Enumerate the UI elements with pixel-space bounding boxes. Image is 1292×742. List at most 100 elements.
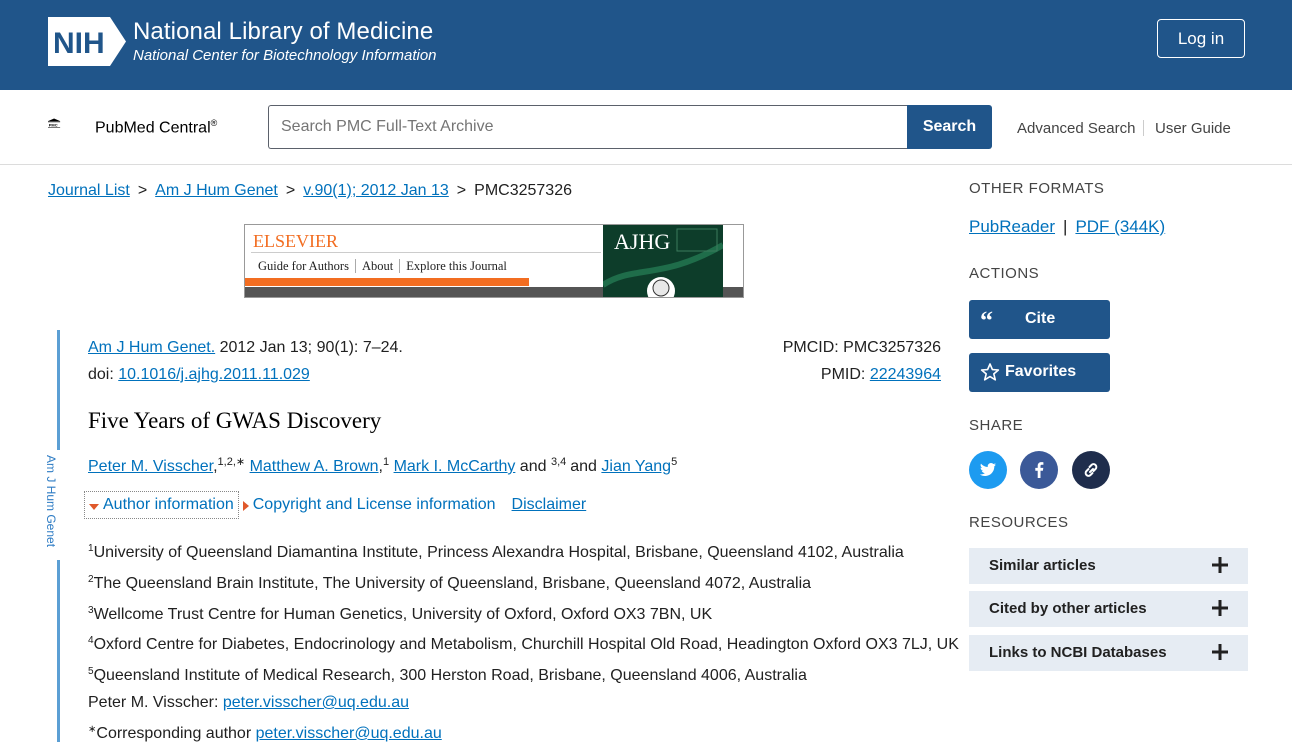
pmc-logo-name[interactable]: PubMed Central® [95,118,217,137]
chevron-down-icon [89,504,99,510]
quote-icon: “ [980,309,993,329]
article-rail [57,330,60,450]
pdf-link[interactable]: PDF (344K) [1075,217,1165,236]
twitter-share-button[interactable] [969,451,1007,489]
user-guide-link[interactable]: User Guide [1155,120,1231,137]
banner-links: Guide for Authors About Explore this Journ… [252,259,513,274]
cited-by-accordion[interactable]: Cited by other articles [969,591,1248,627]
author-link[interactable]: Matthew A. Brown [250,458,379,475]
affiliation-text: Oxford Centre for Diabetes, Endocrinolog… [93,636,959,654]
author-affil-ref[interactable]: 1,2,∗ [218,456,246,468]
ncbi-links-label: Links to NCBI Databases [989,644,1167,661]
contact-email-link[interactable]: peter.visscher@uq.edu.au [223,694,409,711]
affiliation-item: 5Queensland Institute of Medical Researc… [88,659,959,690]
banner-divider [251,252,601,253]
copyright-toggle[interactable]: Copyright and License information [241,496,496,513]
pubreader-link[interactable]: PubReader [969,217,1055,236]
plus-icon [1212,600,1228,616]
affiliation-item: 4Oxford Centre for Diabetes, Endocrinolo… [88,628,959,659]
author-link[interactable]: Peter M. Visscher [88,458,213,475]
contact-label: Peter M. Visscher: [88,693,223,711]
cite-button[interactable]: “ Cite [969,300,1110,339]
share-heading: SHARE [969,417,1024,434]
pmcid-text: PMCID: PMC3257326 [782,339,941,356]
pmid-link[interactable]: 22243964 [870,366,941,383]
journal-link[interactable]: Am J Hum Genet. [88,339,215,356]
author-separator: and [515,458,551,475]
identifier-block: PMCID: PMC3257326 PMID: 22243964 [783,334,941,388]
disclaimer-link[interactable]: Disclaimer [512,496,587,513]
breadcrumb-separator: > [456,182,467,199]
chevron-right-icon [242,501,249,511]
affiliation-text: University of Queensland Diamantina Inst… [93,544,904,561]
other-formats: PubReader | PDF (344K) [969,217,1165,237]
facebook-share-button[interactable] [1020,451,1058,489]
author-information-toggle[interactable]: Author information [84,491,239,519]
author-affil-ref[interactable]: 5 [671,456,677,468]
breadcrumb-journal-list[interactable]: Journal List [48,182,130,199]
banner-publisher: ELSEVIER [253,231,338,251]
ncbi-links-accordion[interactable]: Links to NCBI Databases [969,635,1248,671]
favorites-button[interactable]: Favorites [969,353,1110,392]
author-information-label: Author information [103,496,234,513]
author-affil-ref[interactable]: 1 [383,456,389,468]
author-link[interactable]: Mark I. McCarthy [394,458,516,475]
author-link[interactable]: Jian Yang [601,458,671,475]
nih-banner: NIH National Library of Medicine Nationa… [0,0,1292,90]
similar-articles-accordion[interactable]: Similar articles [969,548,1248,584]
advanced-search-link[interactable]: Advanced Search [1017,120,1135,137]
banner-explore-link[interactable]: Explore this Journal [400,259,513,273]
banner-guide-link[interactable]: Guide for Authors [252,259,356,273]
affiliation-text: The Queensland Brain Institute, The Univ… [93,574,812,592]
article-rail [57,560,60,742]
search-button[interactable]: Search [907,105,992,149]
plus-icon [1212,557,1228,573]
facebook-icon [1035,462,1044,478]
cited-by-label: Cited by other articles [989,600,1147,617]
journal-cover-image: AJHG [603,225,723,297]
breadcrumb-separator: > [137,182,148,199]
format-separator: | [1063,217,1068,236]
affiliation-text: Queensland Institute of Medical Research… [93,667,807,685]
svg-text:“: “ [980,309,993,329]
corresponding-email-link[interactable]: peter.visscher@uq.edu.au [256,725,442,742]
header-divider [1143,120,1144,136]
search-input[interactable] [268,105,908,149]
affiliation-item: 3Wellcome Trust Centre for Human Genetic… [88,598,959,629]
nih-logo[interactable]: NIH [48,17,126,66]
svg-text:NIH: NIH [53,27,105,60]
banner-about-link[interactable]: About [355,259,401,273]
doi-label: doi: [88,366,119,383]
affiliation-text: Wellcome Trust Centre for Human Genetics… [93,605,713,623]
twitter-icon [979,463,996,476]
article-info-toggles: Author information Copyright and License … [84,491,586,519]
pmid-label: PMID: [820,366,870,383]
breadcrumb-current: PMC3257326 [474,182,572,199]
plus-icon [1212,644,1228,660]
author-conjunction: and [570,458,602,475]
banner-orange-bar [245,278,529,286]
breadcrumb: Journal List > Am J Hum Genet > v.90(1); 201… [48,182,572,200]
pmc-building-icon[interactable]: PMC [48,104,96,142]
contact-line: Peter M. Visscher: peter.visscher@uq.edu… [88,690,959,717]
nih-title[interactable]: National Library of Medicine [133,18,433,46]
author-affil-ref[interactable]: 3,4 [551,456,566,468]
actions-heading: ACTIONS [969,265,1040,282]
resources-heading: RESOURCES [969,514,1069,531]
pmc-header: PMC PubMed Central® Search Advanced Sear… [0,90,1292,165]
nih-subtitle: National Center for Biotechnology Inform… [133,47,437,64]
affiliation-item: 1University of Queensland Diamantina Ins… [88,536,959,567]
affiliation-item: 2The Queensland Brain Institute, The Uni… [88,567,959,598]
doi-link[interactable]: 10.1016/j.ajhg.2011.11.029 [118,366,310,383]
corresponding-label: Corresponding author [96,724,256,742]
login-button[interactable]: Log in [1157,19,1245,58]
article-title: Five Years of GWAS Discovery [88,408,382,433]
star-icon [980,363,1000,381]
breadcrumb-journal[interactable]: Am J Hum Genet [155,182,278,199]
cite-label: Cite [1025,310,1056,327]
side-journal-label[interactable]: Am J Hum Genet [44,455,58,547]
journal-banner[interactable]: ELSEVIER Guide for Authors About Explore t… [244,224,744,298]
copy-link-button[interactable] [1072,451,1110,489]
similar-articles-label: Similar articles [989,557,1096,574]
breadcrumb-issue[interactable]: v.90(1); 2012 Jan 13 [303,182,449,199]
